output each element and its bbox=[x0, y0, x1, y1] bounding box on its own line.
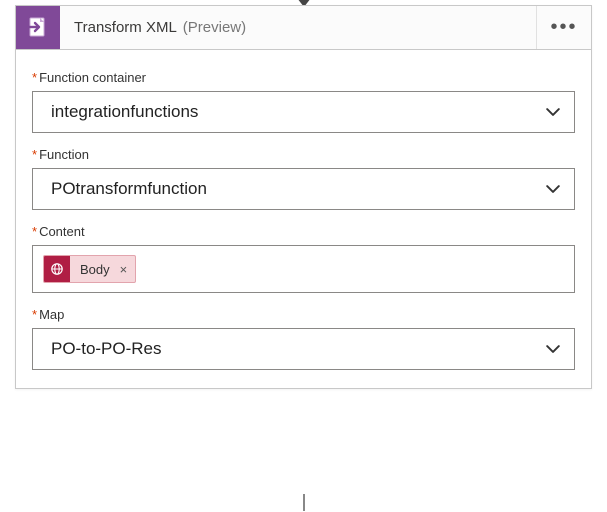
action-card-transform-xml: Transform XML (Preview) ••• *Function co… bbox=[15, 5, 592, 389]
card-title-preview: (Preview) bbox=[183, 19, 246, 36]
chevron-down-icon bbox=[546, 105, 560, 119]
label-function-container-text: Function container bbox=[39, 70, 146, 85]
token-remove-button[interactable]: × bbox=[118, 262, 136, 277]
card-title-text: Transform XML bbox=[74, 19, 177, 36]
close-icon: × bbox=[120, 262, 128, 277]
field-content: *Content Body × bbox=[32, 224, 575, 293]
card-body: *Function container integrationfunctions… bbox=[16, 50, 591, 388]
label-map: *Map bbox=[32, 307, 575, 322]
more-icon: ••• bbox=[550, 16, 577, 39]
label-content: *Content bbox=[32, 224, 575, 239]
dropdown-value: integrationfunctions bbox=[51, 102, 198, 122]
http-body-icon bbox=[44, 256, 70, 282]
dropdown-function[interactable]: POtransformfunction bbox=[32, 168, 575, 210]
dropdown-value: PO-to-PO-Res bbox=[51, 339, 162, 359]
transform-xml-icon bbox=[16, 6, 60, 49]
field-function-container: *Function container integrationfunctions bbox=[32, 70, 575, 133]
card-menu-button[interactable]: ••• bbox=[537, 6, 591, 49]
label-function-text: Function bbox=[39, 147, 89, 162]
card-header[interactable]: Transform XML (Preview) ••• bbox=[16, 6, 591, 50]
label-function-container: *Function container bbox=[32, 70, 575, 85]
dropdown-function-container[interactable]: integrationfunctions bbox=[32, 91, 575, 133]
field-function: *Function POtransformfunction bbox=[32, 147, 575, 210]
label-function: *Function bbox=[32, 147, 575, 162]
chevron-down-icon bbox=[546, 342, 560, 356]
field-map: *Map PO-to-PO-Res bbox=[32, 307, 575, 370]
label-map-text: Map bbox=[39, 307, 64, 322]
dropdown-value: POtransformfunction bbox=[51, 179, 207, 199]
content-input[interactable]: Body × bbox=[32, 245, 575, 293]
required-marker: * bbox=[32, 70, 37, 85]
flow-connector-out bbox=[303, 494, 305, 511]
token-body[interactable]: Body × bbox=[43, 255, 136, 283]
card-title: Transform XML (Preview) bbox=[60, 6, 537, 49]
chevron-down-icon bbox=[546, 182, 560, 196]
token-label: Body bbox=[70, 262, 118, 277]
required-marker: * bbox=[32, 147, 37, 162]
dropdown-map[interactable]: PO-to-PO-Res bbox=[32, 328, 575, 370]
required-marker: * bbox=[32, 307, 37, 322]
required-marker: * bbox=[32, 224, 37, 239]
label-content-text: Content bbox=[39, 224, 85, 239]
